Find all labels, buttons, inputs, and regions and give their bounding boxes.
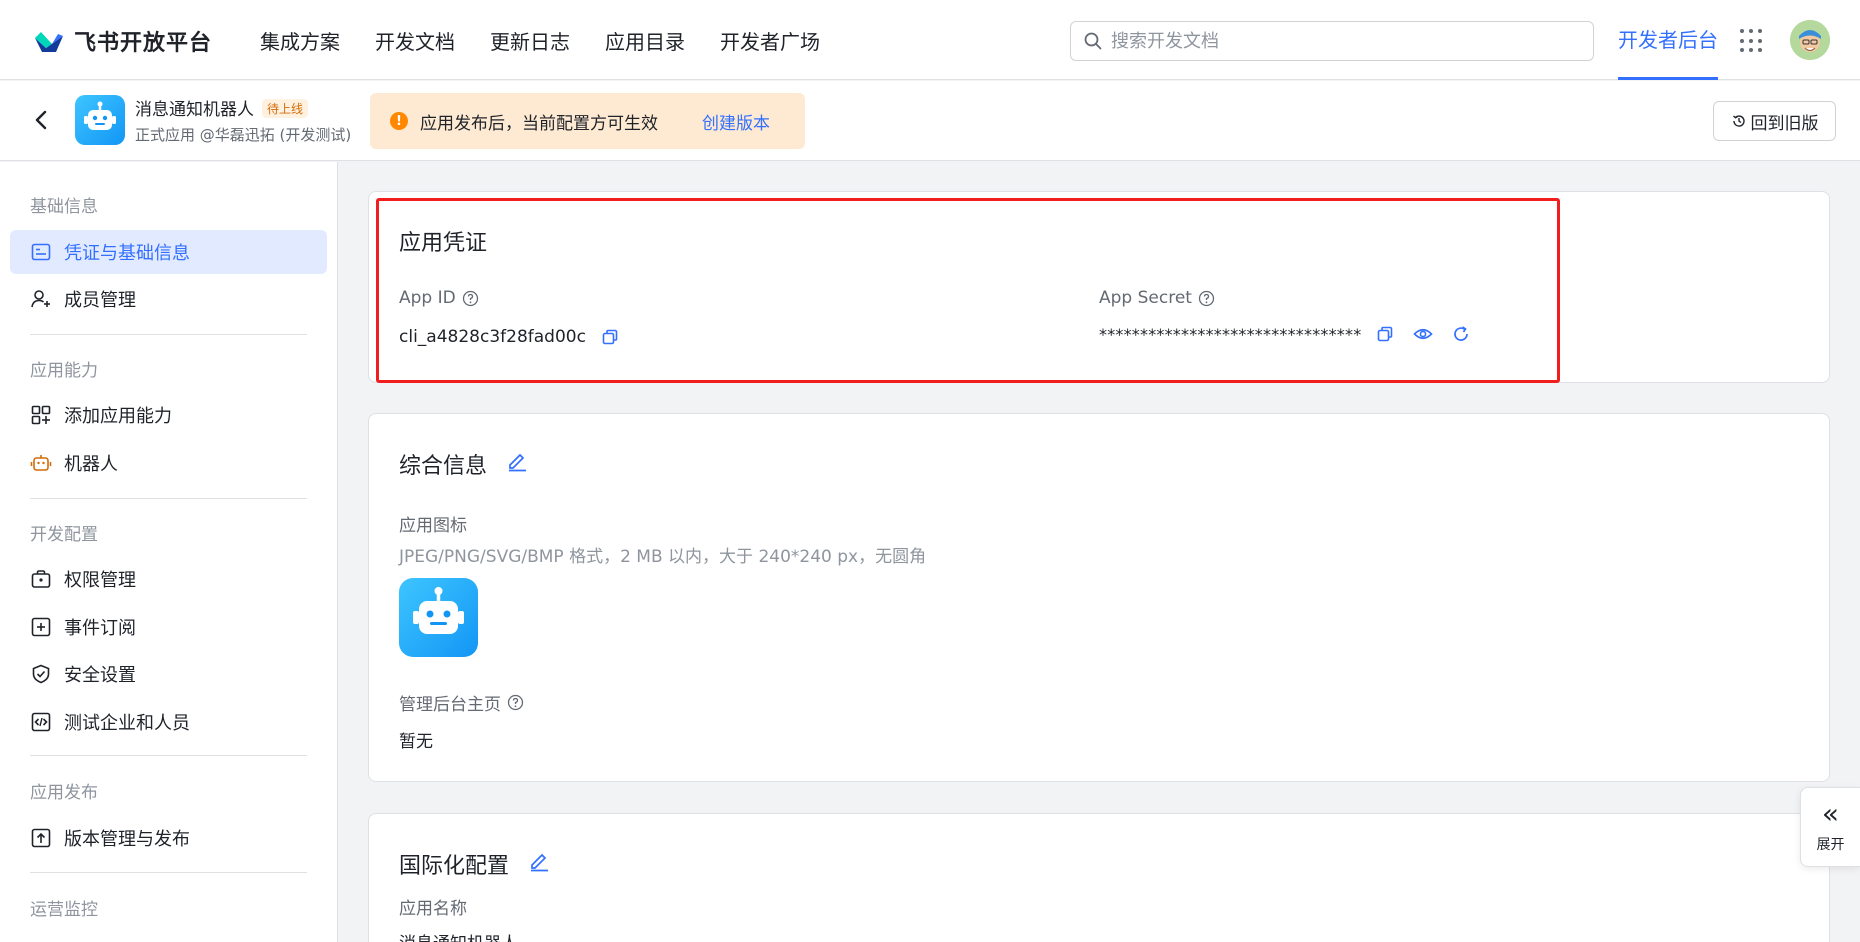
avatar[interactable]: [1790, 20, 1830, 60]
app-title: 消息通知机器人 待上线: [135, 95, 309, 120]
sidebar-item-label: 添加应用能力: [64, 406, 172, 427]
sidebar-item-label: 事件订阅: [64, 618, 136, 639]
help-icon[interactable]: [507, 694, 524, 711]
search-icon: [1084, 32, 1102, 50]
status-badge: 待上线: [262, 99, 309, 118]
double-chevron-left-icon: «: [1821, 797, 1840, 830]
admin-home-label: 管理后台主页: [399, 690, 524, 715]
credential-icon: [31, 243, 51, 261]
app-robot-icon: [75, 95, 125, 145]
admin-home-label-text: 管理后台主页: [399, 695, 501, 715]
sidebar-item-label: 机器人: [64, 454, 118, 475]
create-version-link[interactable]: 创建版本: [702, 109, 770, 134]
brand-name: 飞书开放平台: [74, 31, 213, 56]
back-arrow-icon[interactable]: [30, 108, 54, 132]
sidebar-item-label: 权限管理: [64, 570, 136, 591]
sidebar-item-test-users[interactable]: 测试企业和人员: [10, 700, 327, 744]
sidebar-item-version-release[interactable]: 版本管理与发布: [10, 816, 327, 860]
sidebar-divider: [30, 498, 307, 499]
permission-icon: [31, 570, 51, 588]
edit-icon[interactable]: [528, 850, 550, 872]
feishu-logo[interactable]: 飞书开放平台: [32, 24, 212, 58]
sidebar-item-security[interactable]: 安全设置: [10, 652, 327, 696]
history-icon: [1732, 115, 1745, 127]
app-subtitle: 正式应用 @华磊迅拓 (开发测试): [135, 126, 352, 144]
expand-label: 展开: [1816, 837, 1845, 853]
notice-message: 应用发布后，当前配置方可生效: [420, 113, 658, 134]
app-name-value: 消息通知机器人: [399, 929, 518, 942]
upload-icon: [31, 828, 51, 848]
sidebar-group-dev-config: 开发配置: [30, 525, 98, 545]
avatar-image: [1790, 20, 1830, 60]
app-icon-preview[interactable]: [399, 578, 478, 657]
nav-changelog[interactable]: 更新日志: [490, 26, 570, 55]
main-nav: 集成方案 开发文档 更新日志 应用目录 开发者广场: [260, 0, 855, 80]
app-icon-label: 应用图标: [399, 516, 467, 536]
sidebar-item-label: 测试企业和人员: [64, 713, 190, 734]
search-box[interactable]: [1070, 21, 1594, 61]
sidebar-item-label: 版本管理与发布: [64, 829, 190, 850]
event-icon: [31, 617, 51, 637]
sidebar-item-members[interactable]: 成员管理: [10, 277, 327, 321]
nav-docs[interactable]: 开发文档: [375, 26, 455, 55]
sidebar-item-label: 凭证与基础信息: [64, 243, 190, 264]
sidebar-group-basic: 基础信息: [30, 197, 98, 217]
shield-icon: [32, 664, 50, 684]
expand-panel-button[interactable]: « 展开: [1800, 787, 1860, 867]
app-icon-hint: JPEG/PNG/SVG/BMP 格式，2 MB 以内，大于 240*240 p…: [399, 547, 927, 567]
app-header: 消息通知机器人 待上线 正式应用 @华磊迅拓 (开发测试) ! 应用发布后，当前配…: [0, 81, 1860, 161]
sidebar: 基础信息 凭证与基础信息 成员管理 应用能力 添加应用能力 机器人 开发配置 权…: [0, 162, 338, 942]
sidebar-item-permissions[interactable]: 权限管理: [10, 557, 327, 601]
sidebar-group-capability: 应用能力: [30, 361, 98, 381]
i18n-card: 国际化配置 应用名称 消息通知机器人: [368, 813, 1830, 942]
i18n-title: 国际化配置: [399, 854, 510, 879]
app-name-text: 消息通知机器人: [135, 100, 254, 120]
nav-solutions[interactable]: 集成方案: [260, 26, 340, 55]
member-icon: [31, 290, 50, 308]
apps-grid-icon[interactable]: [1740, 29, 1764, 53]
sidebar-item-label: 安全设置: [64, 665, 136, 686]
tab-developer-console[interactable]: 开发者后台: [1618, 0, 1718, 80]
nav-developer-square[interactable]: 开发者广场: [720, 26, 820, 55]
sidebar-item-credentials[interactable]: 凭证与基础信息: [10, 230, 327, 274]
add-capability-icon: [31, 405, 51, 425]
sidebar-item-events[interactable]: 事件订阅: [10, 605, 327, 649]
sidebar-group-monitoring: 运营监控: [30, 900, 98, 920]
sidebar-item-add-capability[interactable]: 添加应用能力: [10, 393, 327, 437]
back-to-old-version-button[interactable]: 回到旧版: [1713, 101, 1836, 141]
sidebar-divider: [30, 872, 307, 873]
warning-icon: !: [390, 112, 408, 130]
general-info-card: 综合信息 应用图标 JPEG/PNG/SVG/BMP 格式，2 MB 以内，大于…: [368, 413, 1830, 782]
general-info-title: 综合信息: [399, 454, 488, 479]
nav-app-directory[interactable]: 应用目录: [605, 26, 685, 55]
sidebar-divider: [30, 755, 307, 756]
top-navigation: 飞书开放平台 集成方案 开发文档 更新日志 应用目录 开发者广场 开发者后台: [0, 0, 1860, 80]
sidebar-group-release: 应用发布: [30, 783, 98, 803]
admin-home-value: 暂无: [399, 732, 433, 752]
code-icon: [31, 712, 51, 732]
publish-notice: ! 应用发布后，当前配置方可生效 创建版本: [370, 93, 805, 149]
edit-icon[interactable]: [506, 450, 528, 472]
robot-icon: [30, 455, 52, 471]
app-name-label: 应用名称: [399, 899, 467, 919]
sidebar-item-label: 成员管理: [64, 290, 136, 311]
feishu-logo-icon: [35, 32, 63, 52]
search-input[interactable]: [1111, 30, 1571, 52]
highlight-box: [376, 198, 1560, 383]
sidebar-divider: [30, 334, 307, 335]
old-version-label: 回到旧版: [1750, 113, 1819, 134]
sidebar-item-robot[interactable]: 机器人: [10, 441, 327, 485]
